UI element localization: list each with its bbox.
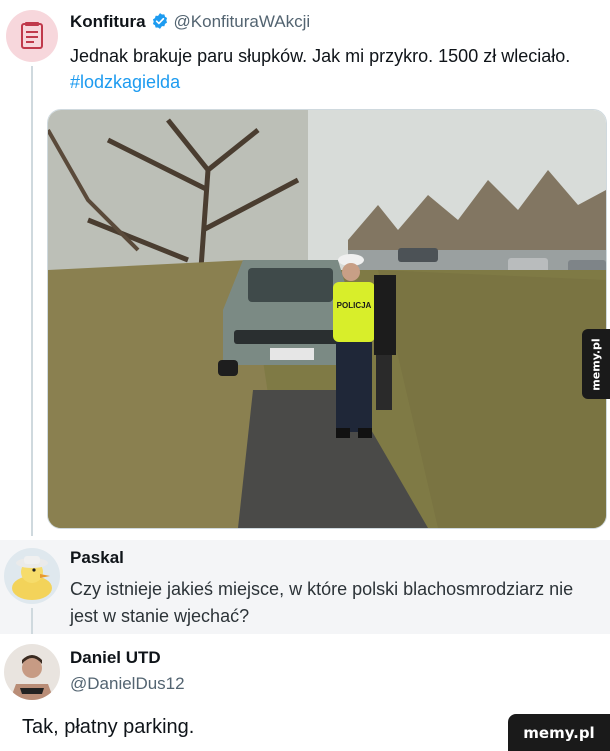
author-name[interactable]: Paskal bbox=[70, 548, 124, 568]
reply-text: Tak, płatny parking. bbox=[22, 716, 195, 738]
avatar[interactable] bbox=[4, 644, 60, 700]
thread-line bbox=[31, 608, 33, 634]
avatar[interactable] bbox=[6, 10, 58, 62]
vest-label: POLICJA bbox=[337, 301, 372, 310]
author-handle[interactable]: @DanielDus12 bbox=[70, 674, 185, 694]
side-watermark-text: memy.pl bbox=[589, 337, 603, 391]
bottom-watermark: memy.pl bbox=[508, 714, 610, 751]
verified-badge-icon bbox=[151, 12, 169, 35]
man-avatar-icon bbox=[4, 644, 60, 700]
document-icon bbox=[21, 22, 43, 49]
tweet-photo[interactable]: POLICJA bbox=[47, 109, 607, 529]
hashtag-link[interactable]: #lodzkagielda bbox=[70, 72, 180, 92]
side-watermark: memy.pl bbox=[582, 329, 610, 399]
thread-line bbox=[31, 66, 33, 536]
tweet-body: Jednak brakuje paru słupków. Jak mi przy… bbox=[70, 46, 571, 66]
reply-text: Czy istnieje jakieś miejsce, w które pol… bbox=[70, 579, 574, 626]
author-name[interactable]: Daniel UTD bbox=[70, 648, 161, 668]
photo-scene: POLICJA bbox=[48, 110, 606, 528]
avatar[interactable] bbox=[4, 548, 60, 604]
reply-paskal: Paskal Czy istnieje jakieś miejsce, w kt… bbox=[0, 540, 610, 634]
author-handle[interactable]: @KonfituraWAkcji bbox=[174, 12, 311, 31]
tweet-header: Konfitura @KonfituraWAkcji bbox=[70, 12, 310, 35]
duck-avatar-icon bbox=[4, 548, 60, 604]
author-name[interactable]: Konfitura bbox=[70, 12, 146, 31]
tweet-text: Jednak brakuje paru słupków. Jak mi przy… bbox=[70, 43, 590, 95]
tweet-konfitura: Konfitura @KonfituraWAkcji Jednak brakuje… bbox=[0, 0, 610, 540]
